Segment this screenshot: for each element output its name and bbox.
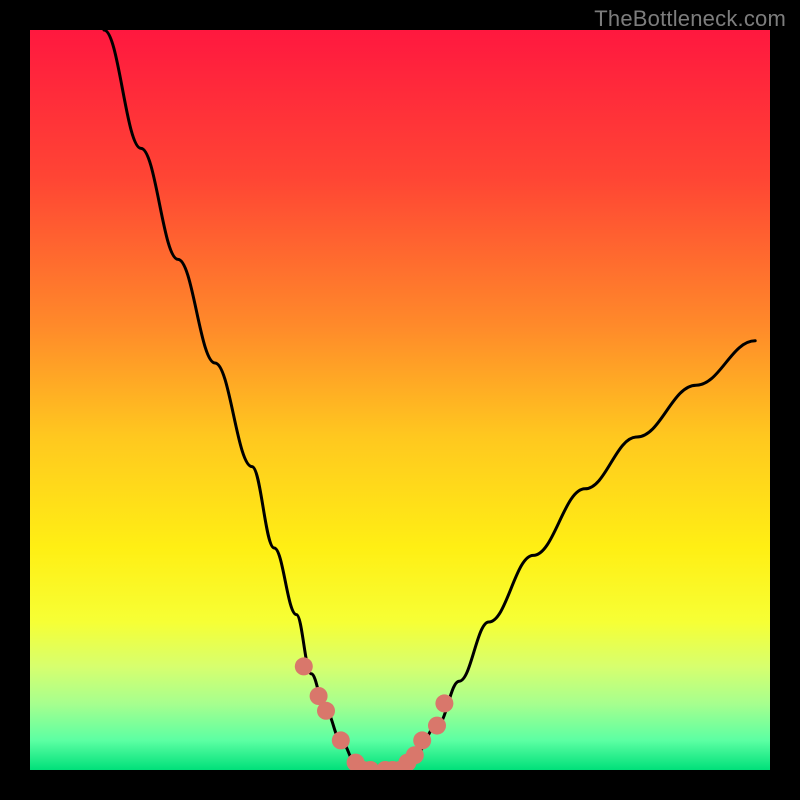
chart-frame: TheBottleneck.com	[0, 0, 800, 800]
watermark-text: TheBottleneck.com	[594, 6, 786, 32]
marker-point	[332, 731, 350, 749]
bottleneck-chart	[30, 30, 770, 770]
marker-point	[435, 694, 453, 712]
marker-point	[413, 731, 431, 749]
gradient-background	[30, 30, 770, 770]
marker-point	[428, 717, 446, 735]
marker-point	[317, 702, 335, 720]
marker-point	[295, 657, 313, 675]
